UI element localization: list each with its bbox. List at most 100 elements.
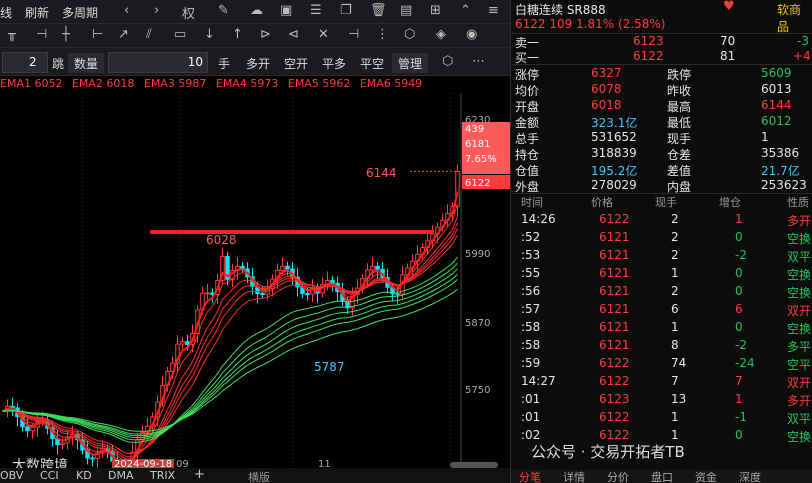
panel-tab[interactable]: 资金 (695, 469, 717, 483)
more-icon[interactable]: ⋯ (472, 54, 485, 69)
panel-tab[interactable]: 分笔 (519, 469, 541, 483)
tool-icon[interactable]: ┼ (62, 27, 70, 42)
buy-open-button[interactable]: 多开 (240, 53, 276, 73)
tick-type: 双平 (787, 250, 812, 264)
stat-value: 253623 (761, 178, 807, 192)
menu-icon[interactable]: ≡ (488, 3, 499, 18)
grid-icon[interactable]: ⊞ (430, 3, 441, 18)
price-info-box: 439 6181 7.65% (462, 122, 510, 174)
eye-icon[interactable]: ◉ (466, 27, 477, 42)
tick-oi: -2 (735, 248, 747, 262)
tick-volume: 1 (671, 320, 679, 334)
tool-icon[interactable]: ✕ (318, 27, 329, 42)
image-icon[interactable]: ▣ (280, 3, 292, 18)
quantity-value: 10 (187, 55, 203, 69)
stat-value: 6012 (761, 114, 792, 128)
tick-volume: 2 (671, 284, 679, 298)
stat-value: 21.7亿 (761, 164, 800, 178)
stats-row: 开盘 6018 最高 6144 (515, 98, 811, 114)
jump-stepper[interactable]: 2 (2, 52, 48, 73)
tool-icon[interactable]: ⊣ (36, 27, 47, 42)
favorite-icon[interactable]: ♥ (723, 0, 735, 14)
tick-time: :01 (521, 410, 541, 424)
last-price: 6122 (465, 178, 491, 189)
tick-oi: 1 (735, 392, 743, 406)
panel-tab[interactable]: 深度 (739, 469, 761, 483)
stats-row: 外盘 278029 内盘 253623 (515, 178, 811, 194)
pct-value: 7.65% (465, 154, 497, 165)
stat-label: 跌停 (667, 68, 692, 82)
candle-body (25, 426, 30, 432)
indicator-tabs: OBV CCI KD DMA TRIX + 横版 (0, 467, 510, 483)
tick-price: 6121 (599, 320, 630, 334)
panel-tab[interactable]: 盘口 (651, 469, 673, 483)
tick-price: 6122 (599, 410, 630, 424)
price-value: 6181 (465, 139, 491, 150)
tick-oi: 0 (735, 284, 743, 298)
tool-icon[interactable]: ⊳ (260, 27, 271, 42)
copy-icon[interactable]: ❐ (340, 3, 352, 18)
ema-slow-line (2, 273, 458, 437)
tool-icon[interactable]: ⋮ (376, 27, 389, 42)
panel-tabs: 分笔 详情 分价 盘口 资金 深度 (511, 470, 812, 483)
close-long-button[interactable]: 平多 (316, 53, 352, 73)
line-menu[interactable]: 线 (0, 4, 12, 21)
manage-button[interactable]: 管理 (392, 53, 429, 73)
tool-icon[interactable]: ▭ (174, 27, 186, 42)
arrow-down-icon[interactable]: ↓ (204, 27, 215, 42)
tick-volume: 1 (671, 266, 679, 280)
settings-icon[interactable]: ⬡ (442, 54, 453, 69)
delete-icon[interactable]: 🗑 (370, 3, 387, 18)
candle-body (285, 265, 290, 270)
tab-kd[interactable]: KD (76, 469, 92, 482)
stat-value: 5609 (761, 66, 792, 80)
chevron-right-icon[interactable]: › (154, 3, 159, 18)
bid-row: 买一 6122 81 +47 (515, 49, 812, 65)
quantity-input[interactable]: 10 (108, 52, 208, 73)
panel-tab[interactable]: 详情 (563, 469, 585, 483)
tick-row: :56 6121 2 0 空换 (511, 284, 812, 300)
tick-volume: 1 (671, 410, 679, 424)
eraser-icon[interactable]: ◈ (436, 27, 446, 42)
ema-fast-line (2, 216, 458, 463)
tick-time: :56 (521, 284, 541, 298)
stats-row: 持仓 318839 仓差 35386 (515, 146, 811, 162)
tick-oi: 0 (735, 266, 743, 280)
close-short-button[interactable]: 平空 (354, 53, 390, 73)
tab-trix[interactable]: TRIX (150, 469, 175, 482)
tick-oi: 6 (735, 302, 743, 316)
tick-row: :55 6121 1 0 空换 (511, 266, 812, 282)
stat-value: 278029 (591, 178, 637, 192)
tool-icon[interactable]: ╥ (8, 27, 16, 42)
refresh-button[interactable]: 刷新 (25, 4, 49, 21)
quantity-label: 数量 (68, 53, 105, 73)
tool-icon[interactable]: ↗ (118, 27, 129, 42)
settings-icon[interactable]: ⬡ (404, 27, 415, 42)
tick-oi: 1 (735, 212, 743, 226)
tool-icon[interactable]: ⫽ (146, 27, 152, 42)
sell-open-button[interactable]: 空开 (278, 53, 314, 73)
panel-tab[interactable]: 分价 (607, 469, 629, 483)
tool-icon[interactable]: ⊣ (348, 27, 359, 42)
collapse-icon[interactable]: ⌃ (460, 3, 471, 18)
add-tab-icon[interactable]: + (194, 467, 205, 482)
filter-icon[interactable]: ☰ (310, 3, 322, 18)
layout-toggle[interactable]: 横版 (248, 469, 270, 483)
arrow-up-icon[interactable]: ↑ (232, 27, 243, 42)
tool-icon[interactable]: ⊲ (288, 27, 299, 42)
text-icon[interactable]: 权 (182, 3, 195, 22)
tab-cci[interactable]: CCI (40, 469, 59, 482)
pencil-icon[interactable]: ✎ (218, 3, 229, 18)
multi-period-button[interactable]: 多周期 (62, 4, 98, 21)
tool-icon[interactable]: ⊢ (92, 27, 103, 42)
price-chart[interactable]: 6230 5990 5870 5750 439 6181 7.65% 6122 … (0, 93, 510, 481)
tab-obv[interactable]: OBV (0, 469, 23, 482)
tab-dma[interactable]: DMA (108, 469, 134, 482)
bid-volume: 81 (720, 49, 736, 63)
cloud-icon[interactable]: ☁ (250, 3, 263, 18)
candle-body (395, 293, 400, 296)
chevron-left-icon[interactable]: ‹ (124, 3, 129, 18)
stats-row: 仓值 195.2亿 差值 21.7亿 (515, 162, 811, 178)
list-icon[interactable]: ▤ (400, 3, 412, 18)
col-oi: 增仓 (719, 196, 741, 209)
